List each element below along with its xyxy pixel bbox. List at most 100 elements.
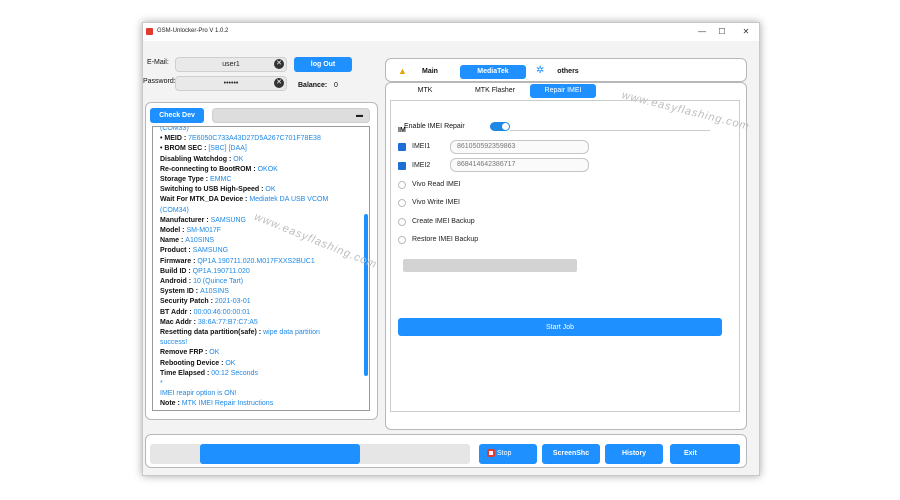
logout-button[interactable]: log Out xyxy=(294,57,352,72)
log-value: wipe data partition xyxy=(263,329,320,337)
log-value: success! xyxy=(160,339,188,347)
log-value: OK xyxy=(233,155,244,163)
device-dropdown[interactable]: ▬ xyxy=(212,108,370,123)
log-value: QP1A.190711.020 xyxy=(192,267,250,275)
log-value: 2021-03-01 xyxy=(214,298,251,306)
status-progress-fill xyxy=(200,444,360,464)
clear-password-icon[interactable]: ✕ xyxy=(274,78,284,88)
subtab-mtk[interactable]: MTK xyxy=(405,84,445,98)
log-key: Rebooting Device : xyxy=(160,359,226,367)
check-dev-button[interactable]: Check Dev xyxy=(150,108,204,123)
log-value: 38:6A:77:B7:C7:A5 xyxy=(197,318,258,326)
imei1-field[interactable]: 861050592359863 xyxy=(450,140,589,154)
log-line: • BROM SEC : [SBC] [DAA] xyxy=(160,144,369,154)
log-line: Build ID : QP1A.190711.020 xyxy=(160,267,369,277)
log-key: Model : xyxy=(160,227,187,235)
log-value: IMEI reapir option is ON! xyxy=(160,390,237,398)
log-line: Security Patch : 2021-03-01 xyxy=(160,297,369,307)
log-line: Switching to USB High-Speed : OK xyxy=(160,185,369,195)
log-value: 00:00:46:00:00:01 xyxy=(193,308,251,316)
log-key: Resetting data partition(safe) : xyxy=(160,329,264,337)
enable-imei-repair-toggle[interactable] xyxy=(490,122,510,131)
log-key: Android : xyxy=(160,278,194,286)
stop-button[interactable]: Stop xyxy=(479,444,537,464)
exit-button[interactable]: Exit xyxy=(670,444,740,464)
log-key: Storage Type : xyxy=(160,176,211,184)
log-line: * xyxy=(160,379,369,389)
log-value: OK xyxy=(225,359,236,367)
password-value: •••••• xyxy=(223,80,239,87)
imei2-field[interactable]: 868414642386717 xyxy=(450,158,589,172)
subtab-repair-imei[interactable]: Repair IMEI xyxy=(530,84,596,98)
log-key: Wait For MTK_DA Device : xyxy=(160,196,250,204)
log-key: Time Elapsed : xyxy=(160,369,212,377)
log-value: SAMSUNG xyxy=(210,216,246,224)
warning-icon: ▲ xyxy=(398,66,407,76)
clear-email-icon[interactable]: ✕ xyxy=(274,59,284,69)
log-line: Android : 10 (Quince Tart) xyxy=(160,277,369,287)
log-key: Re-connecting to BootROM : xyxy=(160,165,258,173)
imei2-label: IMEI2 xyxy=(412,162,431,169)
log-value: OK xyxy=(209,349,220,357)
imei1-checkbox[interactable] xyxy=(398,143,406,151)
log-key: Firmware : xyxy=(160,257,198,265)
progress-bar xyxy=(403,259,577,272)
create-imei-backup-radio[interactable] xyxy=(398,218,406,226)
start-job-button[interactable]: Start Job xyxy=(398,318,722,336)
log-line: Time Elapsed : 00:12 Seconds xyxy=(160,369,369,379)
log-key: BT Addr : xyxy=(160,308,194,316)
log-key: Name : xyxy=(160,237,186,245)
history-button[interactable]: History xyxy=(605,444,663,464)
restore-imei-backup-radio[interactable] xyxy=(398,236,406,244)
log-key: System ID : xyxy=(160,288,201,296)
log-value: * xyxy=(160,380,163,388)
dropdown-handle-icon: ▬ xyxy=(356,112,363,119)
log-key: Mac Addr : xyxy=(160,318,198,326)
log-value: SM-M017F xyxy=(186,227,222,235)
log-key: Build ID : xyxy=(160,267,193,275)
screenshot-button[interactable]: ScreenShc xyxy=(542,444,600,464)
log-value: [SBC] [DAA] xyxy=(208,145,247,153)
enable-imei-repair-label: Enable IMEI Repair xyxy=(404,123,465,130)
maximize-button[interactable]: ☐ xyxy=(715,26,729,38)
subtab-mtk-flasher[interactable]: MTK Flasher xyxy=(460,84,530,98)
imei2-checkbox[interactable] xyxy=(398,162,406,170)
close-button[interactable]: ✕ xyxy=(739,26,753,38)
log-value: (COM33) xyxy=(160,126,189,132)
log-line: BT Addr : 00:00:46:00:00:01 xyxy=(160,308,369,318)
log-line: • MEID : 7E6050C733A43D27D5A267C701F78E3… xyxy=(160,134,369,144)
log-output[interactable]: (COM33) • MEID : 7E6050C733A43D27D5A267C7… xyxy=(152,126,370,411)
log-line: Note : MTK IMEI Repair Instructions xyxy=(160,399,369,409)
log-key: Switching to USB High-Speed : xyxy=(160,186,266,194)
log-line: Mac Addr : 38:6A:77:B7:C7:A5 xyxy=(160,318,369,328)
log-line: Re-connecting to BootROM : OKOK xyxy=(160,165,369,175)
email-value: user1 xyxy=(222,61,240,68)
log-value: Mediatek DA USB VCOM xyxy=(249,196,329,204)
stop-label: Stop xyxy=(496,450,512,457)
tab-others[interactable]: others xyxy=(548,65,588,79)
restore-imei-backup-label: Restore IMEI Backup xyxy=(412,236,479,243)
password-field[interactable]: •••••• xyxy=(175,76,287,91)
tab-mediatek[interactable]: MediaTek xyxy=(460,65,526,79)
vivo-write-imei-radio[interactable] xyxy=(398,199,406,207)
log-value: 10 (Quince Tart) xyxy=(193,278,244,286)
vivo-read-imei-radio[interactable] xyxy=(398,181,406,189)
log-line: Remove FRP : OK xyxy=(160,348,369,358)
tab-main[interactable]: Main xyxy=(410,65,450,79)
log-line: Firmware : QP1A.190711.020.M017FXXS2BUC1 xyxy=(160,257,369,267)
log-key: Manufacturer : xyxy=(160,216,211,224)
log-key: • BROM SEC : xyxy=(160,145,209,153)
log-value: EMMC xyxy=(210,176,232,184)
log-value: MTK IMEI Repair Instructions xyxy=(181,400,274,408)
log-line: System ID : A10SINS xyxy=(160,287,369,297)
log-value: SAMSUNG xyxy=(192,247,229,255)
log-line: Storage Type : EMMC xyxy=(160,175,369,185)
log-key: Disabling Watchdog : xyxy=(160,155,234,163)
minimize-button[interactable]: — xyxy=(695,26,709,38)
stop-icon xyxy=(487,449,495,458)
email-field[interactable]: user1 xyxy=(175,57,287,72)
log-value: OKOK xyxy=(257,165,278,173)
log-scrollbar[interactable] xyxy=(364,214,368,376)
app-icon xyxy=(146,28,153,35)
imei1-label: IMEI1 xyxy=(412,143,431,150)
